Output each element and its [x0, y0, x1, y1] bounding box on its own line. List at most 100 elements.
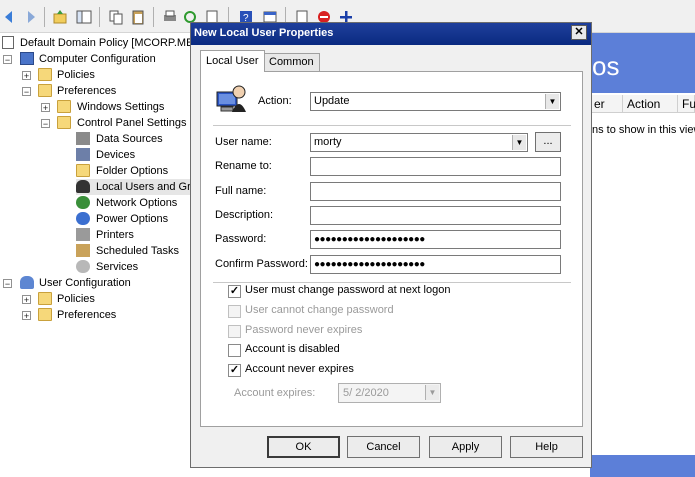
collapse-icon[interactable]: − [3, 55, 12, 65]
paste-icon[interactable] [130, 9, 146, 25]
show-hide-tree-icon[interactable] [76, 9, 92, 25]
action-label: Action: [258, 95, 292, 107]
tree-item-local-users[interactable]: Local Users and Gro [76, 179, 197, 195]
power-options-icon [76, 212, 90, 225]
password-input[interactable]: ●●●●●●●●●●●●●●●●●●●● [310, 230, 561, 249]
help-button[interactable]: Help [510, 436, 583, 458]
fullname-input[interactable] [310, 182, 561, 201]
confirm-password-label: Confirm Password: [215, 258, 308, 270]
computer-icon [20, 52, 34, 65]
tree-label: Folder Options [96, 165, 169, 177]
confirm-password-input[interactable]: ●●●●●●●●●●●●●●●●●●●● [310, 255, 561, 274]
checkbox-label: User cannot change password [245, 304, 394, 316]
details-banner: os [590, 33, 695, 93]
column-header[interactable]: Fu [678, 95, 695, 113]
tree-label: Windows Settings [77, 101, 165, 113]
username-label: User name: [215, 136, 272, 148]
tree-label: Control Panel Settings [77, 117, 187, 129]
folder-icon [38, 292, 52, 305]
tree-label: Network Options [96, 197, 178, 209]
fullname-label: Full name: [215, 185, 267, 197]
chevron-down-icon[interactable]: ▼ [512, 135, 526, 150]
collapse-icon[interactable]: − [22, 87, 31, 97]
chevron-down-icon[interactable]: ▼ [425, 385, 439, 400]
copy-icon[interactable] [108, 9, 124, 25]
services-gear-icon [76, 260, 90, 273]
rename-label: Rename to: [215, 160, 272, 172]
tree-label: Computer Configuration [39, 53, 156, 65]
local-user-icon [216, 85, 246, 112]
checkbox-unchecked[interactable] [228, 344, 241, 357]
column-header-action[interactable]: Action [623, 95, 678, 113]
tree-label: Preferences [57, 85, 117, 97]
expand-icon[interactable]: + [41, 103, 50, 113]
account-expires-date-picker[interactable]: 5/ 2/2020 ▼ [338, 383, 441, 403]
expand-icon[interactable]: + [22, 295, 31, 305]
account-expires-label: Account expires: [234, 387, 316, 399]
control-panel-folder-icon [57, 116, 71, 129]
forward-arrow-icon[interactable] [22, 9, 38, 25]
column-header[interactable]: er [590, 95, 623, 113]
checkbox-label: Account is disabled [245, 343, 340, 355]
tree-label: Policies [57, 293, 95, 305]
action-select[interactable]: Update ▼ [310, 92, 561, 111]
action-value: Update [314, 95, 350, 107]
tree-label: Devices [96, 149, 136, 161]
scheduled-tasks-icon [76, 244, 90, 257]
tab-local-user[interactable]: Local User [200, 50, 265, 72]
tree-label: User Configuration [39, 277, 131, 289]
console-tree: Default Domain Policy [MCORP.MEG − Compu… [0, 33, 202, 477]
checkbox-checked[interactable]: ✓ [228, 364, 241, 377]
tree-label: Scheduled Tasks [96, 245, 179, 257]
local-users-icon [76, 180, 90, 193]
description-input[interactable] [310, 206, 561, 225]
printers-icon [76, 228, 90, 241]
toolbar-separator [99, 7, 100, 27]
checkbox-label: Account never expires [245, 363, 354, 375]
username-value: morty [314, 136, 342, 148]
cancel-button[interactable]: Cancel [347, 436, 420, 458]
folder-options-icon [76, 164, 90, 177]
checkbox-label: User must change password at next logon [245, 284, 451, 296]
properties-dialog: New Local User Properties ✕ Local User C… [190, 22, 592, 468]
folder-icon [38, 68, 52, 81]
checkbox-checked[interactable]: ✓ [228, 285, 241, 298]
back-arrow-icon[interactable] [2, 9, 18, 25]
checkbox-label: Password never expires [245, 324, 363, 336]
up-folder-icon[interactable] [52, 9, 68, 25]
folder-icon [38, 84, 52, 97]
tree-label: Power Options [96, 213, 169, 225]
expand-icon[interactable]: + [22, 311, 31, 321]
folder-icon [57, 100, 71, 113]
toolbar-separator [44, 7, 45, 27]
divider [213, 125, 571, 126]
close-button[interactable]: ✕ [571, 25, 587, 40]
account-expires-value: 5/ 2/2020 [343, 387, 389, 399]
expand-icon[interactable]: + [22, 71, 31, 81]
description-label: Description: [215, 209, 274, 221]
checkbox-unchecked[interactable] [228, 305, 241, 318]
apply-button[interactable]: Apply [429, 436, 502, 458]
tree-label: Local Users and Gro [96, 181, 197, 193]
tab-common[interactable]: Common [263, 53, 320, 71]
tree-label: Printers [96, 229, 134, 241]
print-icon[interactable] [162, 9, 178, 25]
folder-icon [38, 308, 52, 321]
tree-label: Data Sources [96, 133, 163, 145]
tree-label: Services [96, 261, 139, 273]
data-sources-icon [76, 132, 90, 145]
dialog-titlebar[interactable]: New Local User Properties ✕ [191, 23, 591, 45]
policy-document-icon [2, 36, 14, 49]
browse-user-button[interactable]: ... [535, 132, 561, 152]
tree-label: Policies [57, 69, 95, 81]
tab-panel-local-user: Action: Update ▼ User name: morty ▼ ... … [200, 71, 583, 427]
collapse-icon[interactable]: − [41, 119, 50, 129]
chevron-down-icon[interactable]: ▼ [545, 94, 559, 109]
collapse-icon[interactable]: − [3, 279, 12, 289]
username-combobox[interactable]: morty ▼ [310, 133, 528, 152]
checkbox-unchecked[interactable] [228, 325, 241, 338]
user-icon [20, 276, 34, 289]
toolbar-separator [153, 7, 154, 27]
ok-button[interactable]: OK [267, 436, 340, 458]
rename-input[interactable] [310, 157, 561, 176]
